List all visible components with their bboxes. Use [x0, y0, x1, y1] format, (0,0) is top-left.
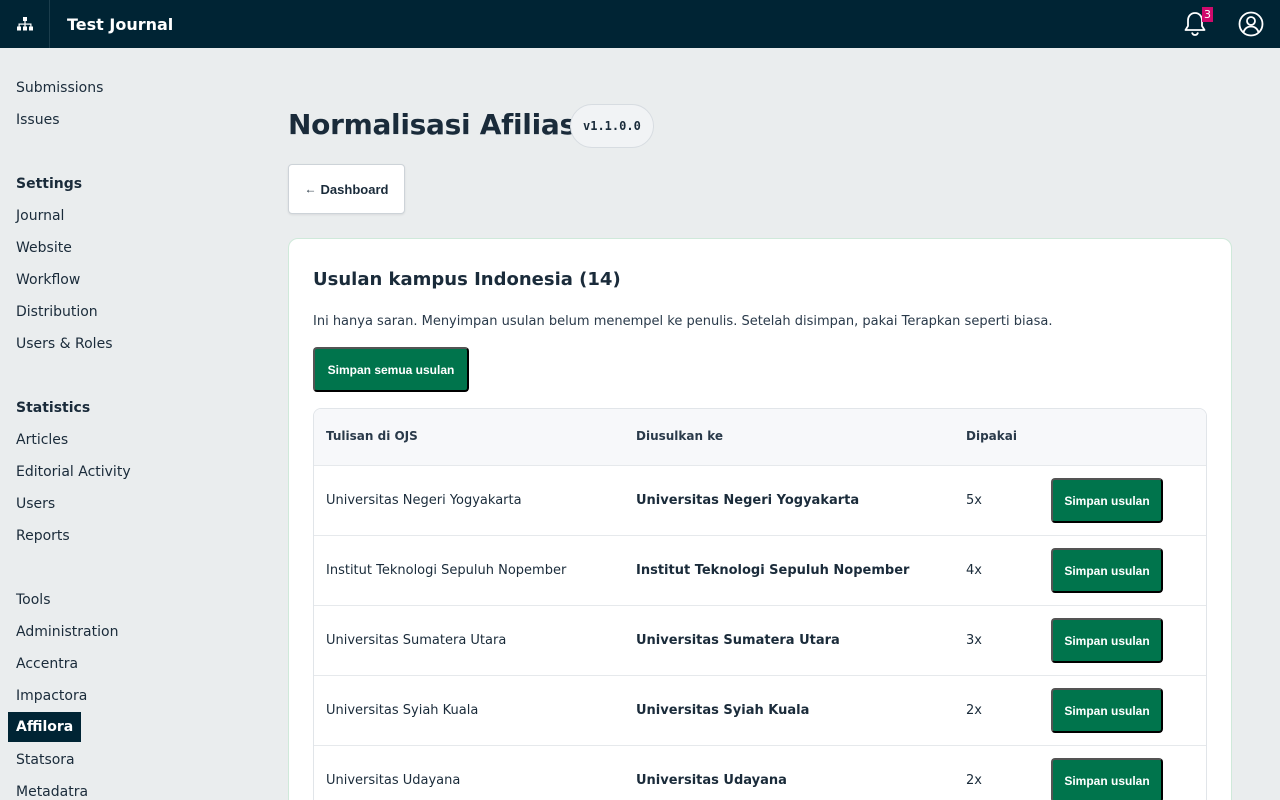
sidebar-item-website[interactable]: Website [16, 238, 72, 258]
dashboard-button[interactable]: ← Dashboard [288, 164, 405, 214]
sidebar-item-affilora[interactable]: Affilora [8, 712, 82, 742]
save-suggestion-button[interactable]: Simpan usulan [1051, 478, 1163, 523]
sidebar-heading-settings[interactable]: Settings [16, 174, 82, 194]
column-header-used: Dipakai [966, 429, 1017, 443]
sidebar-item-metadatra[interactable]: Metadatra [16, 782, 88, 800]
sidebar-item-articles[interactable]: Articles [16, 430, 68, 450]
sitemap-icon[interactable] [0, 0, 50, 48]
card-title: Usulan kampus Indonesia (14) [313, 269, 621, 290]
cell-original: Institut Teknologi Sepuluh Nopember [326, 563, 567, 578]
sidebar-item-issues[interactable]: Issues [16, 110, 60, 130]
cell-original: Universitas Syiah Kuala [326, 703, 479, 718]
top-bar: Test Journal 3 [0, 0, 1280, 48]
cell-used: 4x [966, 563, 982, 578]
cell-original: Universitas Udayana [326, 773, 461, 788]
user-avatar-icon [1238, 11, 1264, 37]
cell-original: Universitas Negeri Yogyakarta [326, 493, 522, 508]
suggestions-card: Usulan kampus Indonesia (14) Ini hanya s… [288, 238, 1232, 800]
cell-used: 2x [966, 773, 982, 788]
table-row: Institut Teknologi Sepuluh Nopember Inst… [314, 536, 1206, 606]
save-suggestion-button[interactable]: Simpan usulan [1051, 758, 1163, 800]
sidebar-item-impactora[interactable]: Impactora [16, 686, 87, 706]
cell-used: 5x [966, 493, 982, 508]
user-menu-button[interactable] [1238, 11, 1264, 37]
cell-used: 2x [966, 703, 982, 718]
sidebar-heading-statistics[interactable]: Statistics [16, 398, 90, 418]
sidebar-item-editorial-activity[interactable]: Editorial Activity [16, 462, 131, 482]
page-title: Normalisasi Afiliasi [288, 108, 586, 141]
column-header-suggested: Diusulkan ke [636, 429, 724, 443]
cell-suggested: Institut Teknologi Sepuluh Nopember [636, 563, 910, 578]
sidebar-item-submissions[interactable]: Submissions [16, 78, 103, 98]
cell-used: 3x [966, 633, 982, 648]
cell-original: Universitas Sumatera Utara [326, 633, 507, 648]
sidebar-item-tools[interactable]: Tools [16, 590, 51, 610]
sidebar-item-distribution[interactable]: Distribution [16, 302, 98, 322]
version-badge: v1.1.0.0 [570, 104, 654, 148]
save-suggestion-button[interactable]: Simpan usulan [1051, 548, 1163, 593]
table-row: Universitas Udayana Universitas Udayana … [314, 746, 1206, 800]
notification-badge: 3 [1202, 7, 1213, 22]
cell-suggested: Universitas Syiah Kuala [636, 703, 810, 718]
sidebar-item-workflow[interactable]: Workflow [16, 270, 80, 290]
save-suggestion-button[interactable]: Simpan usulan [1051, 688, 1163, 733]
column-header-original: Tulisan di OJS [326, 429, 418, 443]
table-row: Universitas Negeri Yogyakarta Universita… [314, 466, 1206, 536]
save-all-suggestions-button[interactable]: Simpan semua usulan [313, 347, 469, 392]
table-header: Tulisan di OJS Diusulkan ke Dipakai [314, 409, 1206, 466]
sidebar-item-accentra[interactable]: Accentra [16, 654, 78, 674]
sidebar-item-reports[interactable]: Reports [16, 526, 70, 546]
sidebar-item-users-roles[interactable]: Users & Roles [16, 334, 112, 354]
save-suggestion-button[interactable]: Simpan usulan [1051, 618, 1163, 663]
sidebar-item-users[interactable]: Users [16, 494, 55, 514]
cell-suggested: Universitas Udayana [636, 773, 787, 788]
notifications-button[interactable]: 3 [1182, 7, 1213, 38]
table-row: Universitas Sumatera Utara Universitas S… [314, 606, 1206, 676]
sidebar-item-statsora[interactable]: Statsora [16, 750, 75, 770]
sidebar-item-journal[interactable]: Journal [16, 206, 64, 226]
cell-suggested: Universitas Sumatera Utara [636, 633, 840, 648]
sidebar-item-administration[interactable]: Administration [16, 622, 118, 642]
sidebar: Submissions Issues Settings Journal Webs… [0, 48, 240, 800]
journal-title[interactable]: Test Journal [67, 15, 173, 34]
suggestions-table: Tulisan di OJS Diusulkan ke Dipakai Univ… [313, 408, 1207, 800]
dashboard-button-label: Dashboard [320, 181, 389, 197]
arrow-left-icon: ← [304, 182, 317, 196]
cell-suggested: Universitas Negeri Yogyakarta [636, 493, 860, 508]
table-row: Universitas Syiah Kuala Universitas Syia… [314, 676, 1206, 746]
card-description: Ini hanya saran. Menyimpan usulan belum … [313, 314, 1053, 329]
